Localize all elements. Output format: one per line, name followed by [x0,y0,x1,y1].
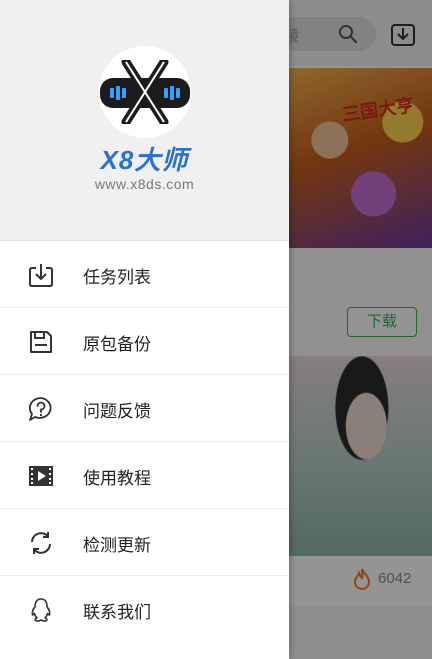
menu-item-tutorial[interactable]: 使用教程 [0,442,289,509]
x8-gamepad-logo-icon [100,60,190,124]
menu-item-task-list[interactable]: 任务列表 [0,241,289,308]
menu-label: 问题反馈 [83,402,151,421]
floppy-save-icon [30,331,52,353]
brand-name: X8大师 [100,145,189,175]
drawer-header: X8大师 www.x8ds.com [0,0,289,241]
drawer-menu: 任务列表 原包备份 问题反馈 使用教程 检测更新 联系我们 [0,241,289,643]
menu-item-contact-us[interactable]: 联系我们 [0,576,289,643]
menu-label: 检测更新 [83,536,151,555]
navigation-drawer: X8大师 www.x8ds.com 任务列表 原包备份 问题反馈 使用教程 检测… [0,0,289,659]
menu-item-feedback[interactable]: 问题反馈 [0,375,289,442]
menu-label: 任务列表 [83,268,151,287]
video-film-icon [29,466,53,486]
qq-penguin-icon [31,598,51,622]
brand-url: www.x8ds.com [94,176,195,192]
menu-label: 原包备份 [83,335,151,354]
menu-item-check-update[interactable]: 检测更新 [0,509,289,576]
question-chat-icon [28,397,52,421]
menu-label: 联系我们 [83,603,151,622]
menu-item-backup[interactable]: 原包备份 [0,308,289,375]
menu-label: 使用教程 [83,469,151,488]
refresh-icon [31,532,51,554]
download-tray-icon [29,264,53,287]
